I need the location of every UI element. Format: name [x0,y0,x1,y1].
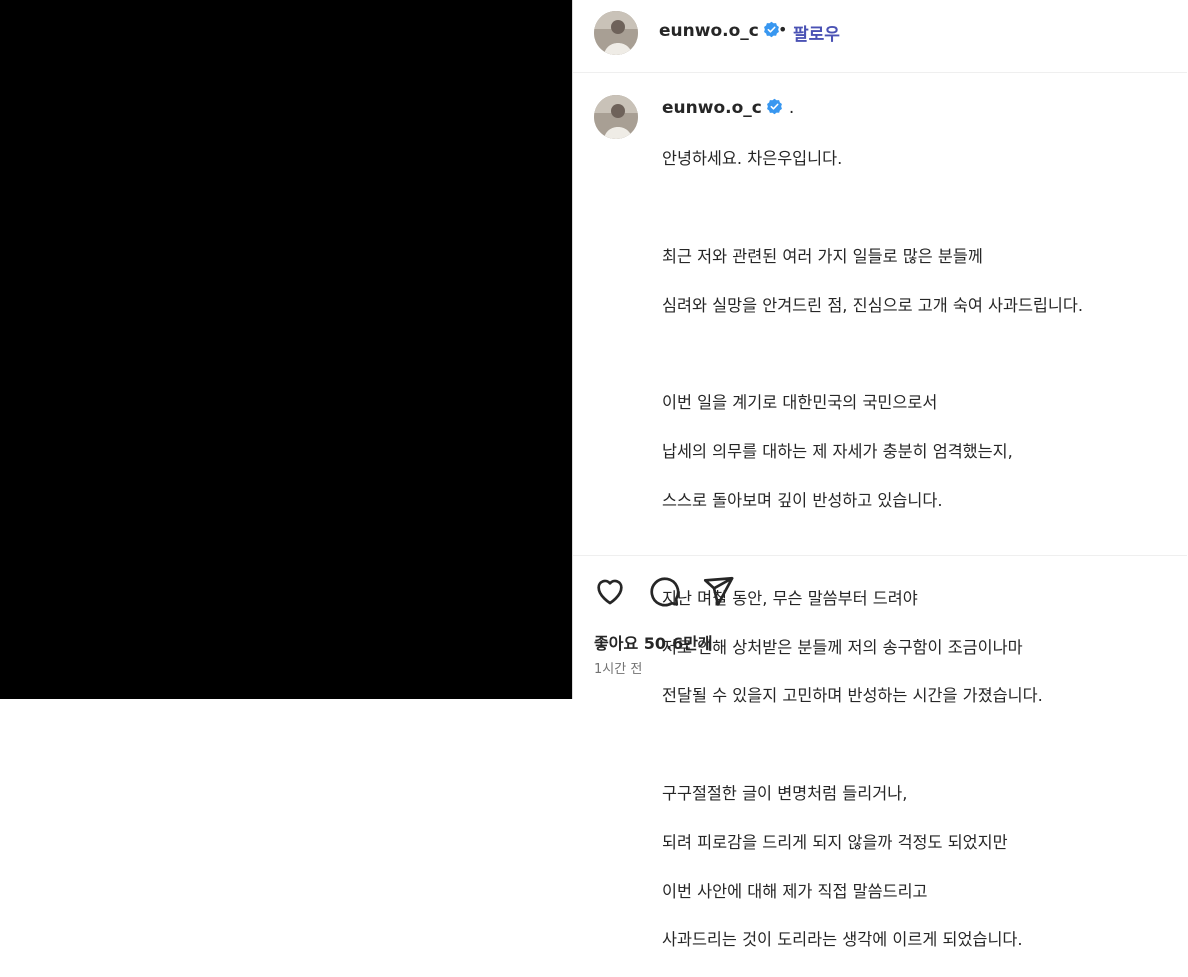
divider [573,555,1187,556]
paper-plane-icon[interactable] [701,574,735,608]
caption-avatar[interactable] [594,95,638,139]
caption-line: 이번 일을 계기로 대한민국의 국민으로서 [662,393,938,413]
post-media[interactable] [0,0,572,699]
comment-bubble-icon[interactable] [647,574,681,608]
caption-line: 구구절절한 글이 변명처럼 들리거나, [662,783,908,803]
caption-line [662,196,1172,220]
caption-line: 저로 인해 상처받은 분들께 저의 송구함이 조금이나마 [662,637,1023,657]
caption-username[interactable]: eunwo.o_c [662,98,762,118]
avatar[interactable] [594,11,638,55]
header-username[interactable]: eunwo.o_c [659,21,780,41]
caption-area: eunwo.o_c . 안녕하세요. 차은우입니다. 최근 저와 관련된 여러 … [573,74,1187,949]
caption-line: 사과드리는 것이 도리라는 생각에 이르게 되었습니다. [662,930,1023,950]
follow-button[interactable]: 팔로우 [793,20,840,45]
caption-line: 최근 저와 관련된 여러 가지 일들로 많은 분들께 [662,247,983,267]
post-timestamp[interactable]: 1시간 전 [594,658,642,677]
caption-line: 이번 사안에 대해 제가 직접 말씀드리고 [662,881,928,901]
caption-suffix: . [788,98,795,118]
separator-dot: • [778,20,788,39]
likes-count[interactable]: 좋아요 50.6만개 [594,630,713,654]
caption-header: eunwo.o_c . [662,98,794,118]
caption-line: 납세의 의무를 대하는 제 자세가 충분히 엄격했는지, [662,442,1013,462]
post-panel: eunwo.o_c • 팔로우 eunwo.o_c . 안녕하세요. 차은우입니… [572,0,1188,949]
caption-line: 전달될 수 있을지 고민하며 반성하는 시간을 가졌습니다. [662,686,1043,706]
post-header: eunwo.o_c • 팔로우 [573,0,1187,73]
verified-badge-icon [766,98,783,115]
caption-line [662,343,1172,367]
heart-icon[interactable] [593,574,627,608]
caption-line: 지난 며칠 동안, 무슨 말씀부터 드려야 [662,588,918,608]
username-text[interactable]: eunwo.o_c [659,21,759,41]
caption-line: 되려 피로감을 드리게 되지 않을까 걱정도 되었지만 [662,832,1008,852]
caption-line [662,733,1172,757]
caption-line [662,538,1172,562]
caption-line: 스스로 돌아보며 깊이 반성하고 있습니다. [662,491,943,511]
caption-text: 안녕하세요. 차은우입니다. 최근 저와 관련된 여러 가지 일들로 많은 분들… [662,123,1172,977]
caption-line: 심려와 실망을 안겨드린 점, 진심으로 고개 숙여 사과드립니다. [662,295,1084,315]
caption-line: 안녕하세요. 차은우입니다. [662,149,843,169]
